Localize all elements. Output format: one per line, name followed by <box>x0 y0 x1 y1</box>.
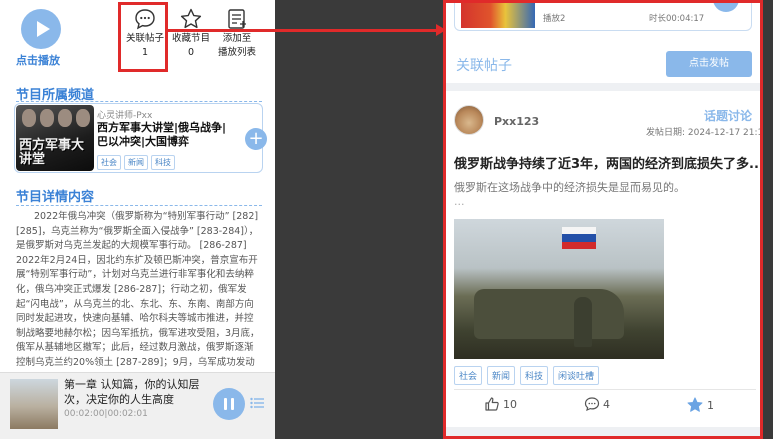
pause-icon <box>231 398 234 410</box>
favorite-post-button[interactable]: 1 <box>686 396 714 414</box>
tag: 社会 <box>454 366 483 385</box>
tag: 科技 <box>151 155 175 170</box>
add-to-playlist-action[interactable]: 添加至 播放列表 <box>212 6 262 60</box>
flag-graphic <box>562 227 596 249</box>
post-username[interactable]: Pxx123 <box>494 115 539 128</box>
highlight-box <box>118 2 168 72</box>
thumbs-up-icon <box>485 397 499 411</box>
plus-icon: + <box>248 128 264 149</box>
post-summary: 俄罗斯在这场战争中的经济损失是显而易见的。 <box>454 181 685 194</box>
episode-play-button[interactable] <box>713 3 739 12</box>
player-track-title: 第一章 认知篇，你的认知层次，决定你的人生高度 <box>64 378 200 406</box>
star-icon <box>687 397 703 412</box>
playlist-icon[interactable] <box>250 397 264 409</box>
tag: 科技 <box>520 366 549 385</box>
comment-count: 4 <box>603 397 610 411</box>
player-time: 00:02:00|00:02:01 <box>64 409 148 419</box>
post-image[interactable] <box>454 219 664 359</box>
comment-button[interactable]: 4 <box>584 396 610 412</box>
armored-vehicle-graphic <box>474 289 624 339</box>
channel-title: 西方军事大讲堂|俄乌战争|巴以冲突|大国博弈 <box>97 121 227 148</box>
post-date: 发帖日期: 2024-12-17 21:1 <box>646 128 763 138</box>
episode-duration: 时长00:04:17 <box>649 14 705 24</box>
related-posts-title: 关联帖子 <box>456 58 512 74</box>
tag: 新闻 <box>124 155 148 170</box>
soldier-graphic <box>574 297 592 347</box>
program-description: 2022年俄乌冲突（俄罗斯称为“特别军事行动” [282] [285]，乌克兰称… <box>16 211 260 368</box>
subscribe-channel-button[interactable]: + <box>245 128 267 150</box>
channel-author: 心灵讲师-Pxx <box>97 111 153 121</box>
post-topic[interactable]: 话题讨论 <box>704 107 752 124</box>
play-icon <box>36 21 50 37</box>
pause-icon <box>224 398 227 410</box>
tag: 社会 <box>97 155 121 170</box>
program-detail-panel: 点击播放 关联帖子 1 收藏节目 0 添加至 播放列表 节目所属频道 西方军事大… <box>0 0 275 439</box>
like-count: 10 <box>503 397 517 411</box>
avatar[interactable] <box>454 105 484 135</box>
favorite-action[interactable]: 收藏节目 0 <box>166 6 216 60</box>
tag: 闲谈吐槽 <box>553 366 600 385</box>
section-divider <box>16 205 262 206</box>
post-title[interactable]: 俄罗斯战争持续了近3年，两国的经济到底损失了多... <box>454 153 760 172</box>
thumb-portrait <box>40 109 54 127</box>
section-divider <box>16 101 262 102</box>
detail-section-title: 节目详情内容 <box>16 190 95 205</box>
section-separator <box>446 427 760 436</box>
favorite-count: 0 <box>187 47 195 58</box>
play-label[interactable]: 点击播放 <box>16 52 60 68</box>
channel-thumbnail: 西方军事大讲堂 <box>16 105 94 171</box>
thumb-portrait <box>58 109 72 127</box>
post-stats: 10 4 1 <box>446 396 760 416</box>
channel-thumb-text: 西方军事大讲堂 <box>19 138 85 167</box>
player-thumbnail <box>10 379 58 429</box>
pause-button[interactable] <box>213 388 245 420</box>
post-divider <box>454 389 756 390</box>
thumb-portrait <box>22 109 36 127</box>
channel-tags: 社会 新闻 科技 <box>97 155 175 170</box>
add-to-playlist-label-2: 播放列表 <box>217 47 256 58</box>
channel-card[interactable]: 西方军事大讲堂 心灵讲师-Pxx 西方军事大讲堂|俄乌战争|巴以冲突|大国博弈 … <box>14 103 267 173</box>
post-tags: 社会 新闻 科技 闲谈吐槽 <box>454 366 600 385</box>
annotation-arrow <box>167 29 437 32</box>
add-to-playlist-label-1: 添加至 <box>222 33 252 44</box>
like-button[interactable]: 10 <box>484 396 517 412</box>
post-ellipsis: ... <box>454 195 465 208</box>
create-post-button[interactable]: 点击发帖 <box>666 51 752 77</box>
mini-player[interactable]: 第一章 认知篇，你的认知层次，决定你的人生高度 00:02:00|00:02:0… <box>0 372 275 439</box>
post-card[interactable]: Pxx123 话题讨论 发帖日期: 2024-12-17 21:1 俄罗斯战争持… <box>446 91 763 436</box>
play-button[interactable] <box>21 9 61 49</box>
section-separator <box>446 83 760 91</box>
episode-card[interactable]: 播放2 时长00:04:17 <box>454 3 752 31</box>
favorite-label: 收藏节目 <box>171 33 210 44</box>
episode-thumbnail <box>461 3 535 28</box>
related-posts-panel: 播放2 时长00:04:17 关联帖子 点击发帖 Pxx123 话题讨论 发帖日… <box>443 0 763 439</box>
tag: 新闻 <box>487 366 516 385</box>
thumb-portrait <box>76 109 90 127</box>
episode-number: 播放2 <box>543 14 566 24</box>
comment-icon <box>584 397 600 412</box>
favorite-count: 1 <box>707 398 714 412</box>
